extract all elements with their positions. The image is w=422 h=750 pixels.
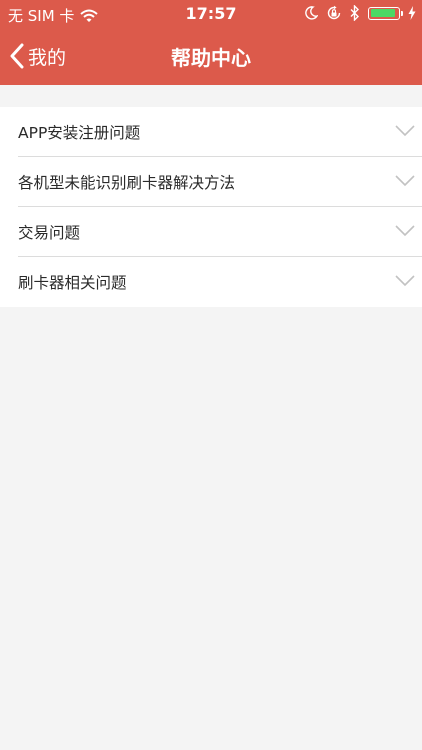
nav-bar: 我的 帮助中心 (0, 28, 422, 85)
orientation-lock-icon (327, 5, 341, 20)
battery-icon (368, 6, 403, 20)
help-item-label: APP安装注册问题 (18, 124, 141, 142)
page-title: 帮助中心 (171, 46, 251, 70)
help-item-card-reader[interactable]: 刷卡器相关问题 (0, 257, 422, 307)
chevron-down-icon (395, 175, 415, 187)
battery-tip (401, 10, 403, 16)
help-item-label: 交易问题 (18, 224, 81, 242)
help-item-label: 刷卡器相关问题 (18, 274, 127, 292)
help-item-card-reader-recognition[interactable]: 各机型未能识别刷卡器解决方法 (0, 157, 422, 207)
help-item-transaction[interactable]: 交易问题 (0, 207, 422, 257)
bluetooth-icon (350, 5, 359, 21)
chevron-down-icon (395, 275, 415, 287)
battery-fill (370, 9, 396, 17)
chevron-down-icon (395, 225, 415, 237)
moon-icon (305, 6, 318, 20)
help-item-app-install[interactable]: APP安装注册问题 (0, 107, 422, 157)
help-topic-list: APP安装注册问题 各机型未能识别刷卡器解决方法 交易问题 刷卡器相关问题 (0, 107, 422, 307)
status-right (305, 5, 416, 21)
charging-icon (408, 6, 416, 20)
chevron-down-icon (395, 125, 415, 137)
help-item-label: 各机型未能识别刷卡器解决方法 (18, 174, 236, 192)
status-bar: 无 SIM 卡 17:57 (0, 0, 422, 28)
